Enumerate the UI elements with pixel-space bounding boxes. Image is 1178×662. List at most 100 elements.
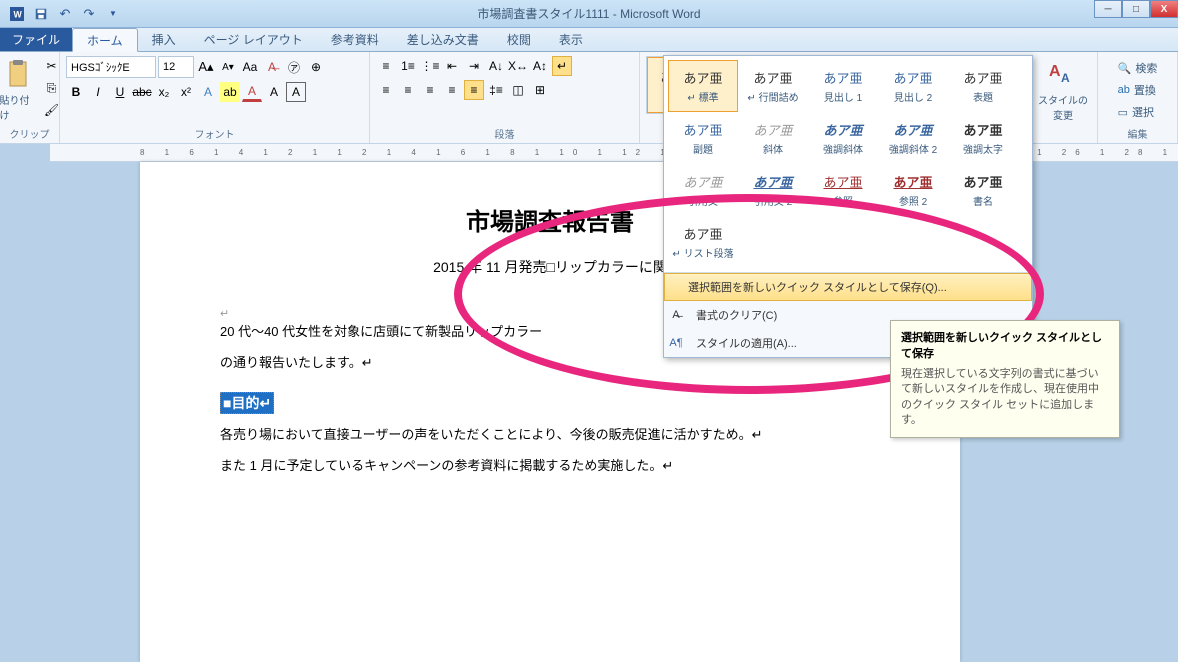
enclose-char-button[interactable]: ⊕ (306, 57, 326, 77)
bold-button[interactable]: B (66, 82, 86, 102)
change-case-button[interactable]: Aa (240, 57, 260, 77)
close-button[interactable]: X (1150, 0, 1178, 18)
borders-button[interactable]: ⊞ (530, 80, 550, 100)
copy-button[interactable]: ⎘ (42, 78, 62, 98)
select-icon: ▭ (1118, 106, 1128, 119)
line-spacing-button[interactable]: ‡≡ (486, 80, 506, 100)
subscript-button[interactable]: x₂ (154, 82, 174, 102)
replace-icon: ab (1118, 84, 1130, 96)
tooltip-body: 現在選択している文字列の書式に基づいて新しいスタイルを作成し、現在使用中のクイッ… (901, 367, 1109, 429)
redo-button[interactable]: ↷ (78, 3, 100, 25)
popup-style-item[interactable]: あア亜引用文 (668, 164, 738, 216)
align-center-button[interactable]: ≡ (398, 80, 418, 100)
word-icon[interactable]: W (6, 3, 28, 25)
popup-style-item[interactable]: あア亜↵ リスト段落 (668, 216, 738, 268)
sort-button[interactable]: A↕ (530, 56, 550, 76)
group-clipboard: 貼り付け ✂ ⎘ 🖌 クリップボード (0, 52, 60, 143)
minimize-button[interactable]: ─ (1094, 0, 1122, 18)
find-button[interactable]: 🔍検索 (1114, 58, 1162, 78)
apply-style-label: スタイルの適用(A)... (696, 335, 797, 351)
clear-format-button[interactable]: A̶ (262, 57, 282, 77)
decrease-indent-button[interactable]: ⇤ (442, 56, 462, 76)
undo-button[interactable]: ↶ (54, 3, 76, 25)
char-shading-button[interactable]: A (264, 82, 284, 102)
highlight-button[interactable]: ab (220, 82, 240, 102)
popup-style-item[interactable]: あア亜見出し 1 (808, 60, 878, 112)
justify-button[interactable]: ≡ (442, 80, 462, 100)
superscript-button[interactable]: x² (176, 82, 196, 102)
font-color-button[interactable]: A (242, 82, 262, 102)
numbering-button[interactable]: 1≡ (398, 56, 418, 76)
distribute-button[interactable]: ≡ (464, 80, 484, 100)
popup-style-item[interactable]: あア亜強調斜体 2 (878, 112, 948, 164)
tab-home[interactable]: ホーム (72, 28, 138, 52)
maximize-button[interactable]: □ (1122, 0, 1150, 18)
svg-text:A: A (1049, 63, 1061, 80)
paste-button[interactable]: 貼り付け (0, 56, 38, 124)
font-name-select[interactable] (66, 56, 156, 78)
multilevel-button[interactable]: ⋮≡ (420, 56, 440, 76)
save-selection-label: 選択範囲を新しいクイック スタイルとして保存(Q)... (688, 279, 947, 295)
popup-style-item[interactable]: あア亜↵ 行間詰め (738, 60, 808, 112)
window-controls: ─ □ X (1094, 0, 1178, 18)
shading-button[interactable]: ◫ (508, 80, 528, 100)
char-border-button[interactable]: A (286, 82, 306, 102)
apply-style-icon: A¶ (668, 335, 684, 351)
format-painter-button[interactable]: 🖌 (42, 100, 62, 120)
align-left-button[interactable]: ≡ (376, 80, 396, 100)
grow-font-button[interactable]: A▴ (196, 57, 216, 77)
tab-insert[interactable]: 挿入 (138, 27, 190, 51)
popup-style-item[interactable]: あア亜↵ 標準 (668, 60, 738, 112)
tab-references[interactable]: 参考資料 (317, 27, 393, 51)
change-styles-button[interactable]: AA スタイルの 変更 (1035, 56, 1091, 124)
increase-indent-button[interactable]: ⇥ (464, 56, 484, 76)
text-effect-button[interactable]: A (198, 82, 218, 102)
style-gallery-popup: あア亜↵ 標準あア亜↵ 行間詰めあア亜見出し 1あア亜見出し 2あア亜表題あア亜… (663, 55, 1033, 358)
popup-style-item[interactable]: あア亜引用文 2 (738, 164, 808, 216)
tab-mailings[interactable]: 差し込み文書 (393, 27, 493, 51)
save-selection-as-style[interactable]: 選択範囲を新しいクイック スタイルとして保存(Q)... (664, 273, 1032, 301)
popup-style-item[interactable]: あア亜書名 (948, 164, 1018, 216)
bullets-button[interactable]: ≡ (376, 56, 396, 76)
save-button[interactable] (30, 3, 52, 25)
ribbon-tabs: ファイル ホーム 挿入 ページ レイアウト 参考資料 差し込み文書 校閲 表示 (0, 28, 1178, 52)
sort-text-button[interactable]: A↓ (486, 56, 506, 76)
tab-pagelayout[interactable]: ページ レイアウト (190, 27, 317, 51)
popup-style-item[interactable]: あア亜副題 (668, 112, 738, 164)
paragraph-label: 段落 (495, 124, 515, 141)
shrink-font-button[interactable]: A▾ (218, 57, 238, 77)
popup-style-item[interactable]: あア亜斜体 (738, 112, 808, 164)
popup-style-item[interactable]: あア亜強調太字 (948, 112, 1018, 164)
doc-para2: 各売り場において直接ユーザーの声をいただくことにより、今後の販売促進に活かすため… (220, 423, 880, 448)
qat-dropdown[interactable]: ▼ (102, 3, 124, 25)
popup-style-item[interactable]: あア亜参照 (808, 164, 878, 216)
italic-button[interactable]: I (88, 82, 108, 102)
replace-button[interactable]: ab置換 (1114, 80, 1162, 100)
show-marks-button[interactable]: ↵ (552, 56, 572, 76)
quick-access-toolbar: W ↶ ↷ ▼ (0, 3, 124, 25)
file-tab[interactable]: ファイル (0, 27, 72, 51)
underline-button[interactable]: U (110, 82, 130, 102)
clear-format-label: 書式のクリア(C) (696, 307, 777, 323)
select-button[interactable]: ▭選択 (1114, 102, 1162, 122)
titlebar: W ↶ ↷ ▼ 市場調査書スタイル1111 - Microsoft Word ─… (0, 0, 1178, 28)
strike-button[interactable]: abc (132, 82, 152, 102)
tab-view[interactable]: 表示 (545, 27, 597, 51)
phonetic-guide-button[interactable]: ㋐ (284, 57, 304, 77)
ltr-button[interactable]: X↔ (508, 56, 528, 76)
tooltip: 選択範囲を新しいクイック スタイルとして保存 現在選択している文字列の書式に基づ… (890, 320, 1120, 438)
popup-style-item[interactable]: あア亜表題 (948, 60, 1018, 112)
popup-style-item[interactable]: あア亜強調斜体 (808, 112, 878, 164)
font-label: フォント (195, 124, 235, 141)
font-size-select[interactable] (158, 56, 194, 78)
group-font: A▴ A▾ Aa A̶ ㋐ ⊕ B I U abc x₂ x² A ab A A… (60, 52, 370, 143)
doc-heading1: ■目的↵ (220, 392, 274, 414)
svg-text:W: W (14, 9, 23, 19)
window-title: 市場調査書スタイル1111 - Microsoft Word (477, 5, 700, 22)
clear-format-icon: A̶ (668, 307, 684, 323)
cut-button[interactable]: ✂ (42, 56, 62, 76)
tab-review[interactable]: 校閲 (493, 27, 545, 51)
align-right-button[interactable]: ≡ (420, 80, 440, 100)
popup-style-item[interactable]: あア亜参照 2 (878, 164, 948, 216)
popup-style-item[interactable]: あア亜見出し 2 (878, 60, 948, 112)
